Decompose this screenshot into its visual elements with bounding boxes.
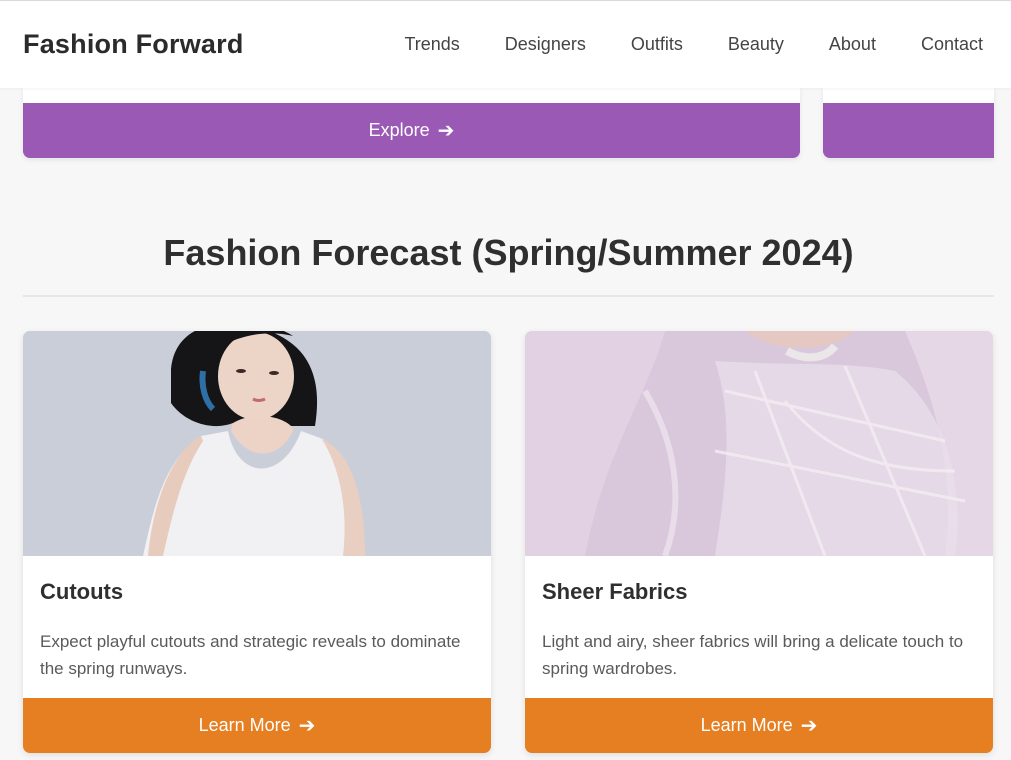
nav-link-contact[interactable]: Contact [921, 34, 983, 55]
card-title: Sheer Fabrics [542, 579, 688, 604]
nav-link-designers[interactable]: Designers [505, 34, 586, 55]
card-title: Cutouts [40, 579, 124, 604]
nav-link-beauty[interactable]: Beauty [728, 34, 784, 55]
card-description: Expect playful cutouts and strategic rev… [40, 632, 461, 678]
learn-more-button[interactable]: Learn More ➔ [23, 698, 491, 753]
learn-more-button[interactable]: Learn More ➔ [525, 698, 993, 753]
nav-link-trends[interactable]: Trends [404, 34, 459, 55]
section-divider [23, 295, 994, 297]
nav-link-outfits[interactable]: Outfits [631, 34, 683, 55]
explore-button-partial[interactable] [823, 103, 994, 158]
nav-link-about[interactable]: About [829, 34, 876, 55]
main-nav: Trends Designers Outfits Beauty About Co… [359, 34, 983, 55]
arrow-right-icon: ➔ [800, 714, 818, 737]
explore-card: Explore ➔ [23, 88, 800, 158]
explore-button[interactable]: Explore ➔ [23, 103, 800, 158]
learn-more-label: Learn More [700, 715, 793, 735]
arrow-right-icon: ➔ [437, 119, 455, 142]
top-navbar: Fashion Forward Trends Designers Outfits… [0, 0, 1011, 88]
card-description: Light and airy, sheer fabrics will bring… [542, 632, 964, 678]
trend-card-cutouts: Cutouts Expect playful cutouts and strat… [23, 331, 491, 753]
trend-card-sheer-fabrics: Sheer Fabrics Light and airy, sheer fabr… [525, 331, 993, 753]
explore-button-label: Explore [368, 120, 430, 140]
arrow-right-icon: ➔ [298, 714, 316, 737]
card-image-cutouts [23, 331, 491, 556]
card-image-sheer-fabrics [525, 331, 993, 556]
explore-card-partial [823, 88, 994, 158]
section-title: Fashion Forecast (Spring/Summer 2024) [163, 232, 854, 273]
learn-more-label: Learn More [198, 715, 291, 735]
brand-logo-text[interactable]: Fashion Forward [23, 29, 244, 60]
